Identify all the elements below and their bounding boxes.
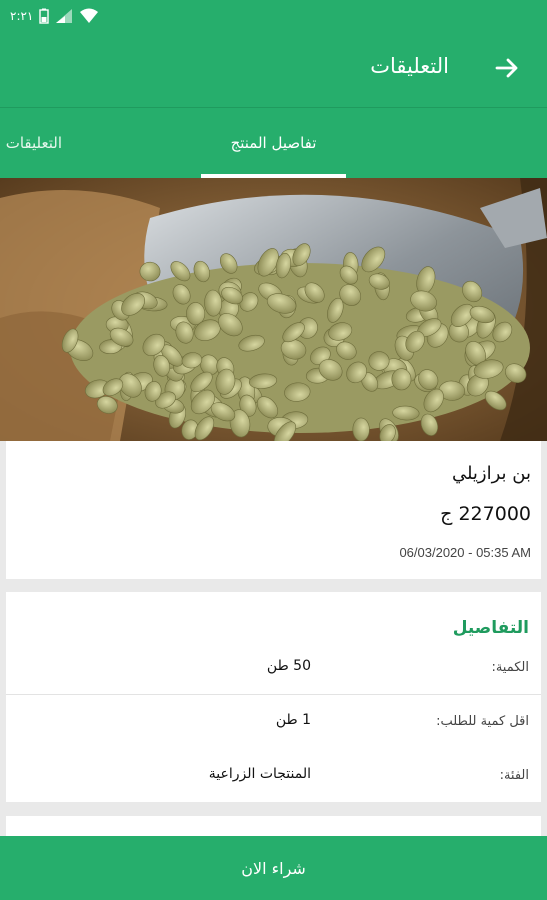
status-bar: ٢:٢١ <box>0 0 547 32</box>
arrow-right-icon[interactable] <box>493 54 521 82</box>
bottom-card-edge <box>6 816 541 836</box>
coffee-beans-image <box>0 178 547 441</box>
product-date: 06/03/2020 - 05:35 AM <box>399 545 531 560</box>
detail-label: الكمية: <box>491 660 529 675</box>
tab-product-details-label: تفاصيل المنتج <box>230 134 317 152</box>
details-title: التفاصيل <box>452 618 529 638</box>
detail-row-quantity: الكمية: 50 طن <box>6 650 541 690</box>
row-divider <box>6 694 541 695</box>
detail-label: اقل كمية للطلب: <box>436 714 529 729</box>
detail-row-category: الفئة: المنتجات الزراعية <box>6 758 541 798</box>
detail-row-min-order: اقل كمية للطلب: 1 طن <box>6 704 541 744</box>
tab-comments-label: التعليقات <box>5 134 62 152</box>
signal-icon <box>56 9 73 23</box>
detail-value: 1 طن <box>275 712 311 728</box>
detail-value: 50 طن <box>266 658 311 674</box>
product-image <box>0 178 547 441</box>
tab-comments[interactable]: التعليقات <box>0 108 62 178</box>
details-card: التفاصيل الكمية: 50 طن اقل كمية للطلب: 1… <box>6 592 541 802</box>
product-price: 227000 ج <box>440 503 531 525</box>
product-card: بن برازيلي 227000 ج 06/03/2020 - 05:35 A… <box>6 441 541 579</box>
tab-bar: تفاصيل المنتج التعليقات <box>0 108 547 178</box>
tab-product-details[interactable]: تفاصيل المنتج <box>201 108 346 178</box>
product-name: بن برازيلي <box>451 463 531 484</box>
wifi-icon <box>80 8 99 23</box>
detail-label: الفئة: <box>499 768 529 783</box>
buy-now-button[interactable]: شراء الان <box>0 836 547 900</box>
battery-icon <box>39 8 50 24</box>
status-icons: ٢:٢١ <box>10 6 99 26</box>
buy-now-label: شراء الان <box>241 858 306 878</box>
page-title: التعليقات <box>370 54 449 78</box>
status-time: ٢:٢١ <box>10 9 34 23</box>
app-bar: التعليقات <box>0 32 547 107</box>
detail-value: المنتجات الزراعية <box>208 766 311 782</box>
